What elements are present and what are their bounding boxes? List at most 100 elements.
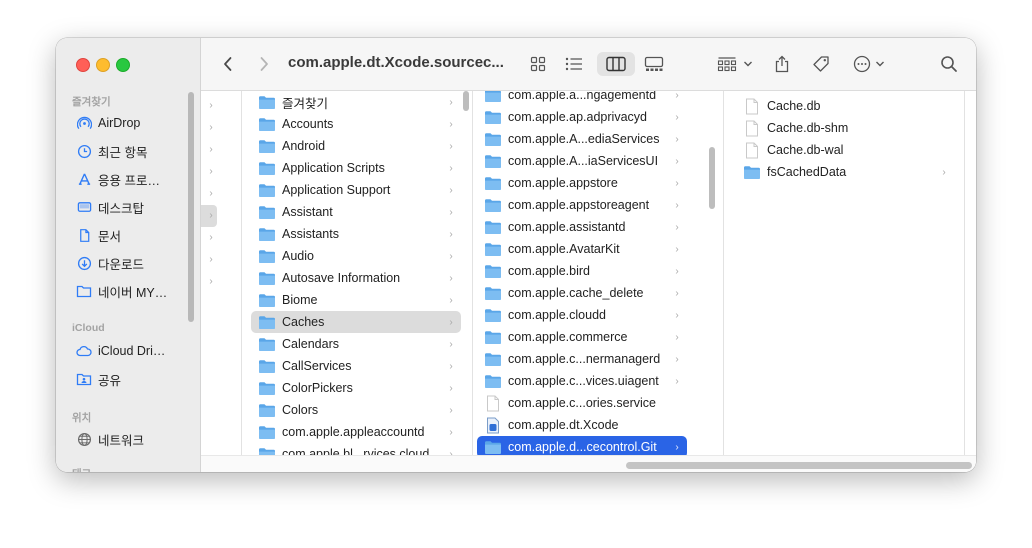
sidebar-item-label: 네이버 MY… bbox=[98, 285, 168, 300]
chevron-right-icon: › bbox=[209, 166, 213, 177]
sidebar-item-applications[interactable]: 응용 프로… bbox=[64, 168, 190, 190]
list-item[interactable]: com.apple.appstore › bbox=[477, 172, 687, 194]
chevron-right-icon: › bbox=[675, 199, 679, 211]
list-item[interactable]: Audio › bbox=[251, 245, 461, 267]
list-item[interactable]: com.apple.A...ediaServices › bbox=[477, 128, 687, 150]
list-item[interactable]: com.apple.ap.adprivacyd › bbox=[477, 106, 687, 128]
list-item[interactable]: com.apple.appleaccountd › bbox=[251, 421, 461, 443]
list-item[interactable]: Assistants › bbox=[251, 223, 461, 245]
sidebar-item-downloads[interactable]: 다운로드 bbox=[64, 252, 190, 274]
folder-icon bbox=[741, 165, 763, 180]
chevron-right-icon: › bbox=[675, 331, 679, 343]
more-icon bbox=[853, 55, 871, 73]
item-name: Assistants bbox=[282, 227, 339, 241]
list-item[interactable]: 즐겨찾기 › bbox=[251, 91, 461, 113]
toolbar: com.apple.dt.Xcode.sourcec... bbox=[201, 38, 976, 91]
folder-icon bbox=[482, 176, 504, 191]
list-item[interactable]: fsCachedData › bbox=[736, 161, 954, 183]
sidebar-item-recents[interactable]: 최근 항목 bbox=[64, 140, 190, 162]
item-name: Autosave Information bbox=[282, 271, 401, 285]
sidebar-item-network[interactable]: 네트워크 bbox=[64, 428, 190, 450]
gallery-view-button[interactable] bbox=[641, 52, 667, 76]
list-item[interactable]: com.apple.dt.Xcode bbox=[477, 414, 687, 436]
sidebar-item-label: 최근 항목 bbox=[98, 145, 148, 160]
share-button[interactable] bbox=[771, 52, 793, 76]
list-item[interactable]: com.apple.c...vices.uiagent › bbox=[477, 370, 687, 392]
chevron-right-icon: › bbox=[209, 254, 213, 265]
column-0: › › › › › › › › › || bbox=[201, 91, 242, 472]
item-name: com.apple.A...iaServicesUI bbox=[508, 154, 659, 168]
chevron-right-icon: › bbox=[449, 140, 453, 152]
list-item[interactable]: Cache.db-wal bbox=[736, 139, 954, 161]
back-button[interactable] bbox=[217, 52, 239, 76]
column-scrollbar[interactable] bbox=[709, 147, 715, 209]
list-item[interactable]: com.apple.c...ories.service bbox=[477, 392, 687, 414]
search-button[interactable] bbox=[937, 52, 961, 76]
list-item[interactable]: Colors › bbox=[251, 399, 461, 421]
list-item[interactable]: com.apple.cloudd › bbox=[477, 304, 687, 326]
chevron-right-icon: › bbox=[449, 360, 453, 372]
list-item[interactable]: com.apple.c...nermanagerd › bbox=[477, 348, 687, 370]
list-item[interactable]: ColorPickers › bbox=[251, 377, 461, 399]
sidebar-item-desktop[interactable]: 데스크탑 bbox=[64, 196, 190, 218]
list-item[interactable]: com.apple.cache_delete › bbox=[477, 282, 687, 304]
chevron-right-icon: › bbox=[449, 316, 453, 328]
list-item[interactable]: Cache.db bbox=[736, 95, 954, 117]
group-by-button[interactable] bbox=[715, 52, 755, 76]
chevron-right-icon: › bbox=[675, 177, 679, 189]
item-name: com.apple.bird bbox=[508, 264, 590, 278]
list-item[interactable]: com.apple.appstoreagent › bbox=[477, 194, 687, 216]
column-view-button[interactable] bbox=[597, 52, 635, 76]
list-item[interactable]: Assistant › bbox=[251, 201, 461, 223]
sidebar-scrollbar[interactable] bbox=[188, 92, 194, 322]
chevron-right-icon: › bbox=[942, 166, 946, 178]
clock-icon bbox=[72, 144, 96, 159]
list-item[interactable]: Accounts › bbox=[251, 113, 461, 135]
list-item[interactable]: com.apple.AvatarKit › bbox=[477, 238, 687, 260]
folder-icon bbox=[256, 227, 278, 242]
list-item[interactable]: Biome › bbox=[251, 289, 461, 311]
chevron-right-icon: › bbox=[209, 100, 213, 111]
item-name: Audio bbox=[282, 249, 314, 263]
sidebar-item-shared[interactable]: 공유 bbox=[64, 368, 190, 390]
list-item[interactable]: com.apple.a...ngagementd › bbox=[477, 91, 687, 106]
list-item[interactable]: Application Support › bbox=[251, 179, 461, 201]
close-window-button[interactable] bbox=[76, 58, 90, 72]
action-menu-button[interactable] bbox=[849, 52, 889, 76]
list-item[interactable]: Application Scripts › bbox=[251, 157, 461, 179]
list-item[interactable]: CallServices › bbox=[251, 355, 461, 377]
chevron-right-icon: › bbox=[675, 111, 679, 123]
list-item[interactable]: Calendars › bbox=[251, 333, 461, 355]
list-item[interactable]: Caches › bbox=[251, 311, 461, 333]
sidebar-item-naver-mybox[interactable]: 네이버 MY… bbox=[64, 280, 190, 302]
sidebar-item-label: 다운로드 bbox=[98, 257, 145, 272]
sidebar-item-label: 응용 프로… bbox=[98, 173, 160, 188]
item-name: com.apple.d...cecontrol.Git bbox=[508, 440, 657, 454]
tags-button[interactable] bbox=[809, 52, 833, 76]
cloud-icon bbox=[72, 345, 96, 357]
list-item[interactable]: com.apple.A...iaServicesUI › bbox=[477, 150, 687, 172]
zoom-window-button[interactable] bbox=[116, 58, 130, 72]
column-scrollbar[interactable] bbox=[463, 91, 469, 111]
chevron-right-icon: › bbox=[209, 122, 213, 133]
sidebar-item-airdrop[interactable]: AirDrop bbox=[64, 112, 190, 134]
list-item[interactable]: com.apple.commerce › bbox=[477, 326, 687, 348]
list-view-button[interactable] bbox=[561, 52, 587, 76]
folder-icon bbox=[482, 198, 504, 213]
search-icon bbox=[941, 56, 957, 72]
list-item[interactable]: com.apple.assistantd › bbox=[477, 216, 687, 238]
xcode-document-icon bbox=[482, 417, 504, 434]
forward-button[interactable] bbox=[253, 52, 275, 76]
minimize-window-button[interactable] bbox=[96, 58, 110, 72]
list-item[interactable]: Cache.db-shm bbox=[736, 117, 954, 139]
shared-folder-icon bbox=[72, 372, 96, 386]
list-item[interactable]: Autosave Information › bbox=[251, 267, 461, 289]
list-item[interactable]: com.apple.bird › bbox=[477, 260, 687, 282]
icon-view-button[interactable] bbox=[527, 52, 549, 76]
item-name: com.apple.assistantd bbox=[508, 220, 626, 234]
sidebar-item-documents[interactable]: 문서 bbox=[64, 224, 190, 246]
sidebar-item-icloud-drive[interactable]: iCloud Dri… bbox=[64, 340, 190, 362]
list-item[interactable]: Android › bbox=[251, 135, 461, 157]
item-name: com.apple.appstoreagent bbox=[508, 198, 650, 212]
horizontal-scrollbar[interactable] bbox=[626, 462, 972, 469]
